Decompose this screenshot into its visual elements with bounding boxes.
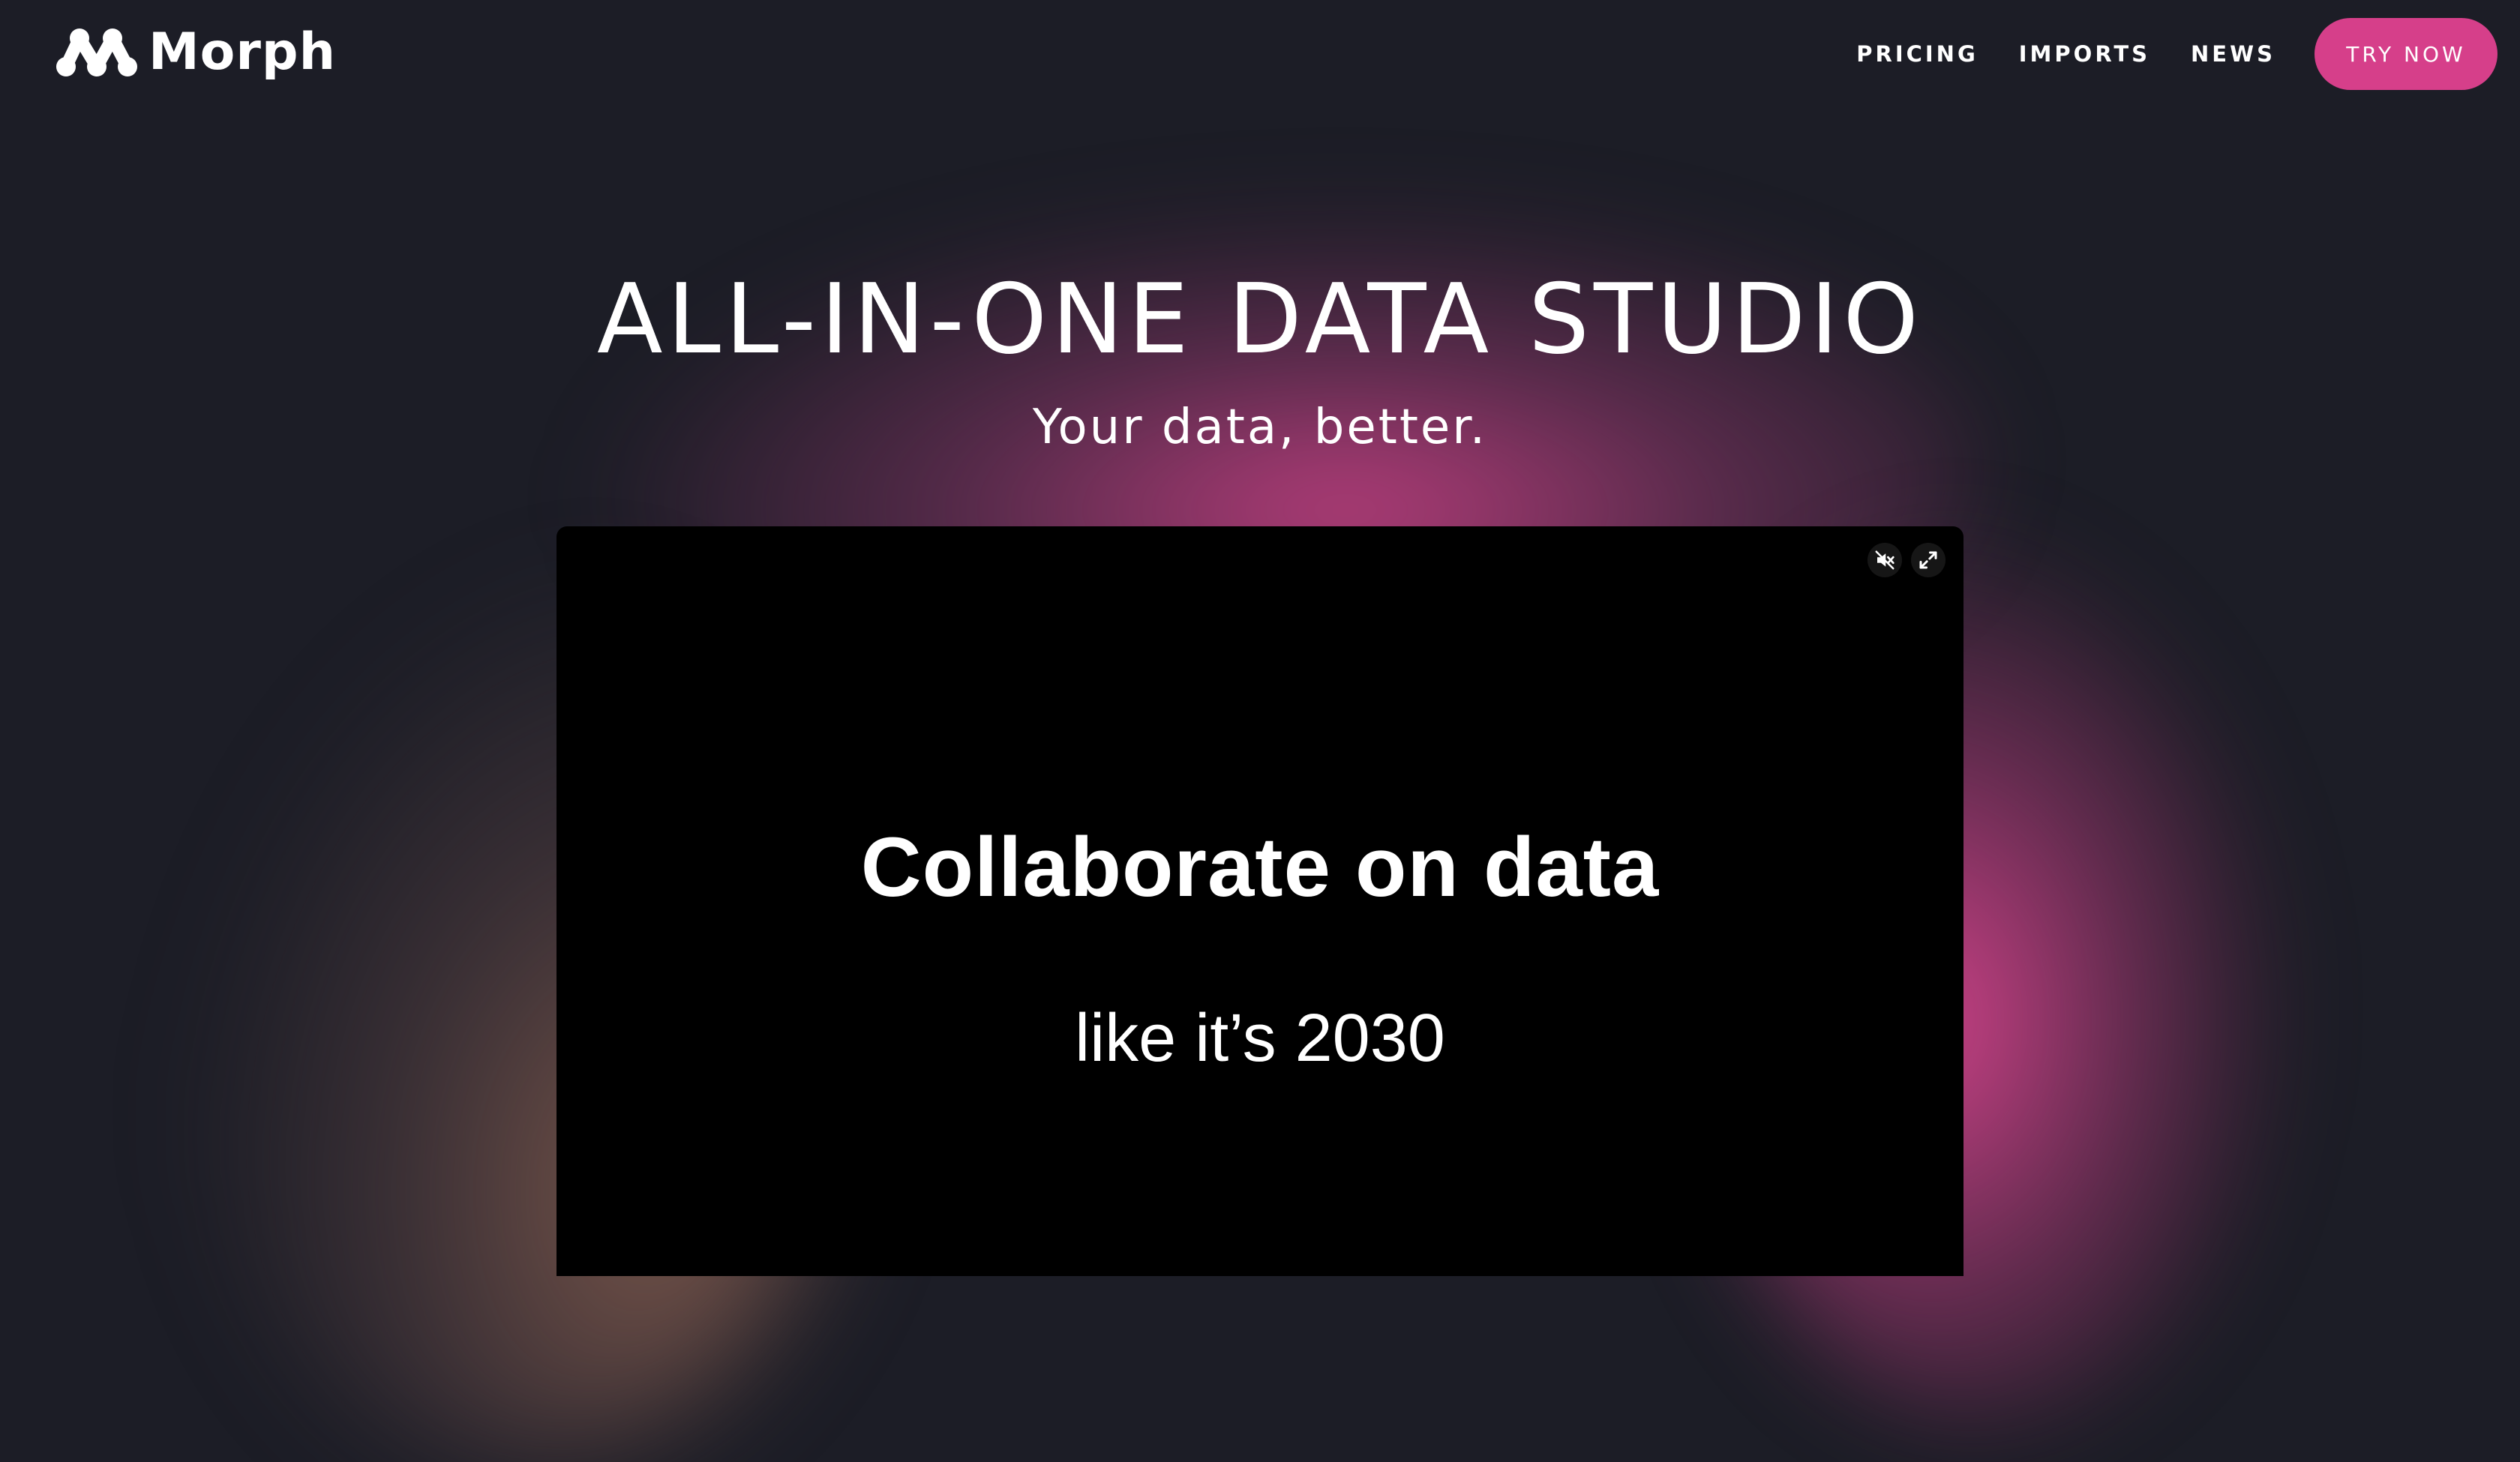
try-now-button[interactable]: TRY NOW [2314, 18, 2498, 90]
video-player[interactable]: Collaborate on data like it’s 2030 [556, 526, 1964, 1276]
main-nav: PRICING IMPORTS NEWS TRY NOW [1856, 18, 2498, 90]
logo-text: Morph [148, 22, 337, 82]
mute-button[interactable] [1868, 543, 1902, 577]
nav-link-imports[interactable]: IMPORTS [2019, 41, 2150, 67]
nav-link-pricing[interactable]: PRICING [1856, 41, 1978, 67]
video-subline: like it’s 2030 [1075, 1001, 1445, 1076]
video-headline: Collaborate on data [860, 820, 1660, 914]
fullscreen-icon [1919, 551, 1937, 569]
site-header: Morph PRICING IMPORTS NEWS TRY NOW [0, 0, 2520, 105]
mute-icon [1875, 550, 1894, 570]
morph-logo-icon [56, 28, 137, 76]
fullscreen-button[interactable] [1911, 543, 1946, 577]
logo-link[interactable]: Morph [56, 25, 336, 79]
hero-title: ALL-IN-ONE DATA STUDIO [596, 264, 1924, 376]
hero-subtitle: Your data, better. [1032, 400, 1488, 455]
nav-link-news[interactable]: NEWS [2191, 41, 2276, 67]
video-controls [1868, 543, 1946, 577]
